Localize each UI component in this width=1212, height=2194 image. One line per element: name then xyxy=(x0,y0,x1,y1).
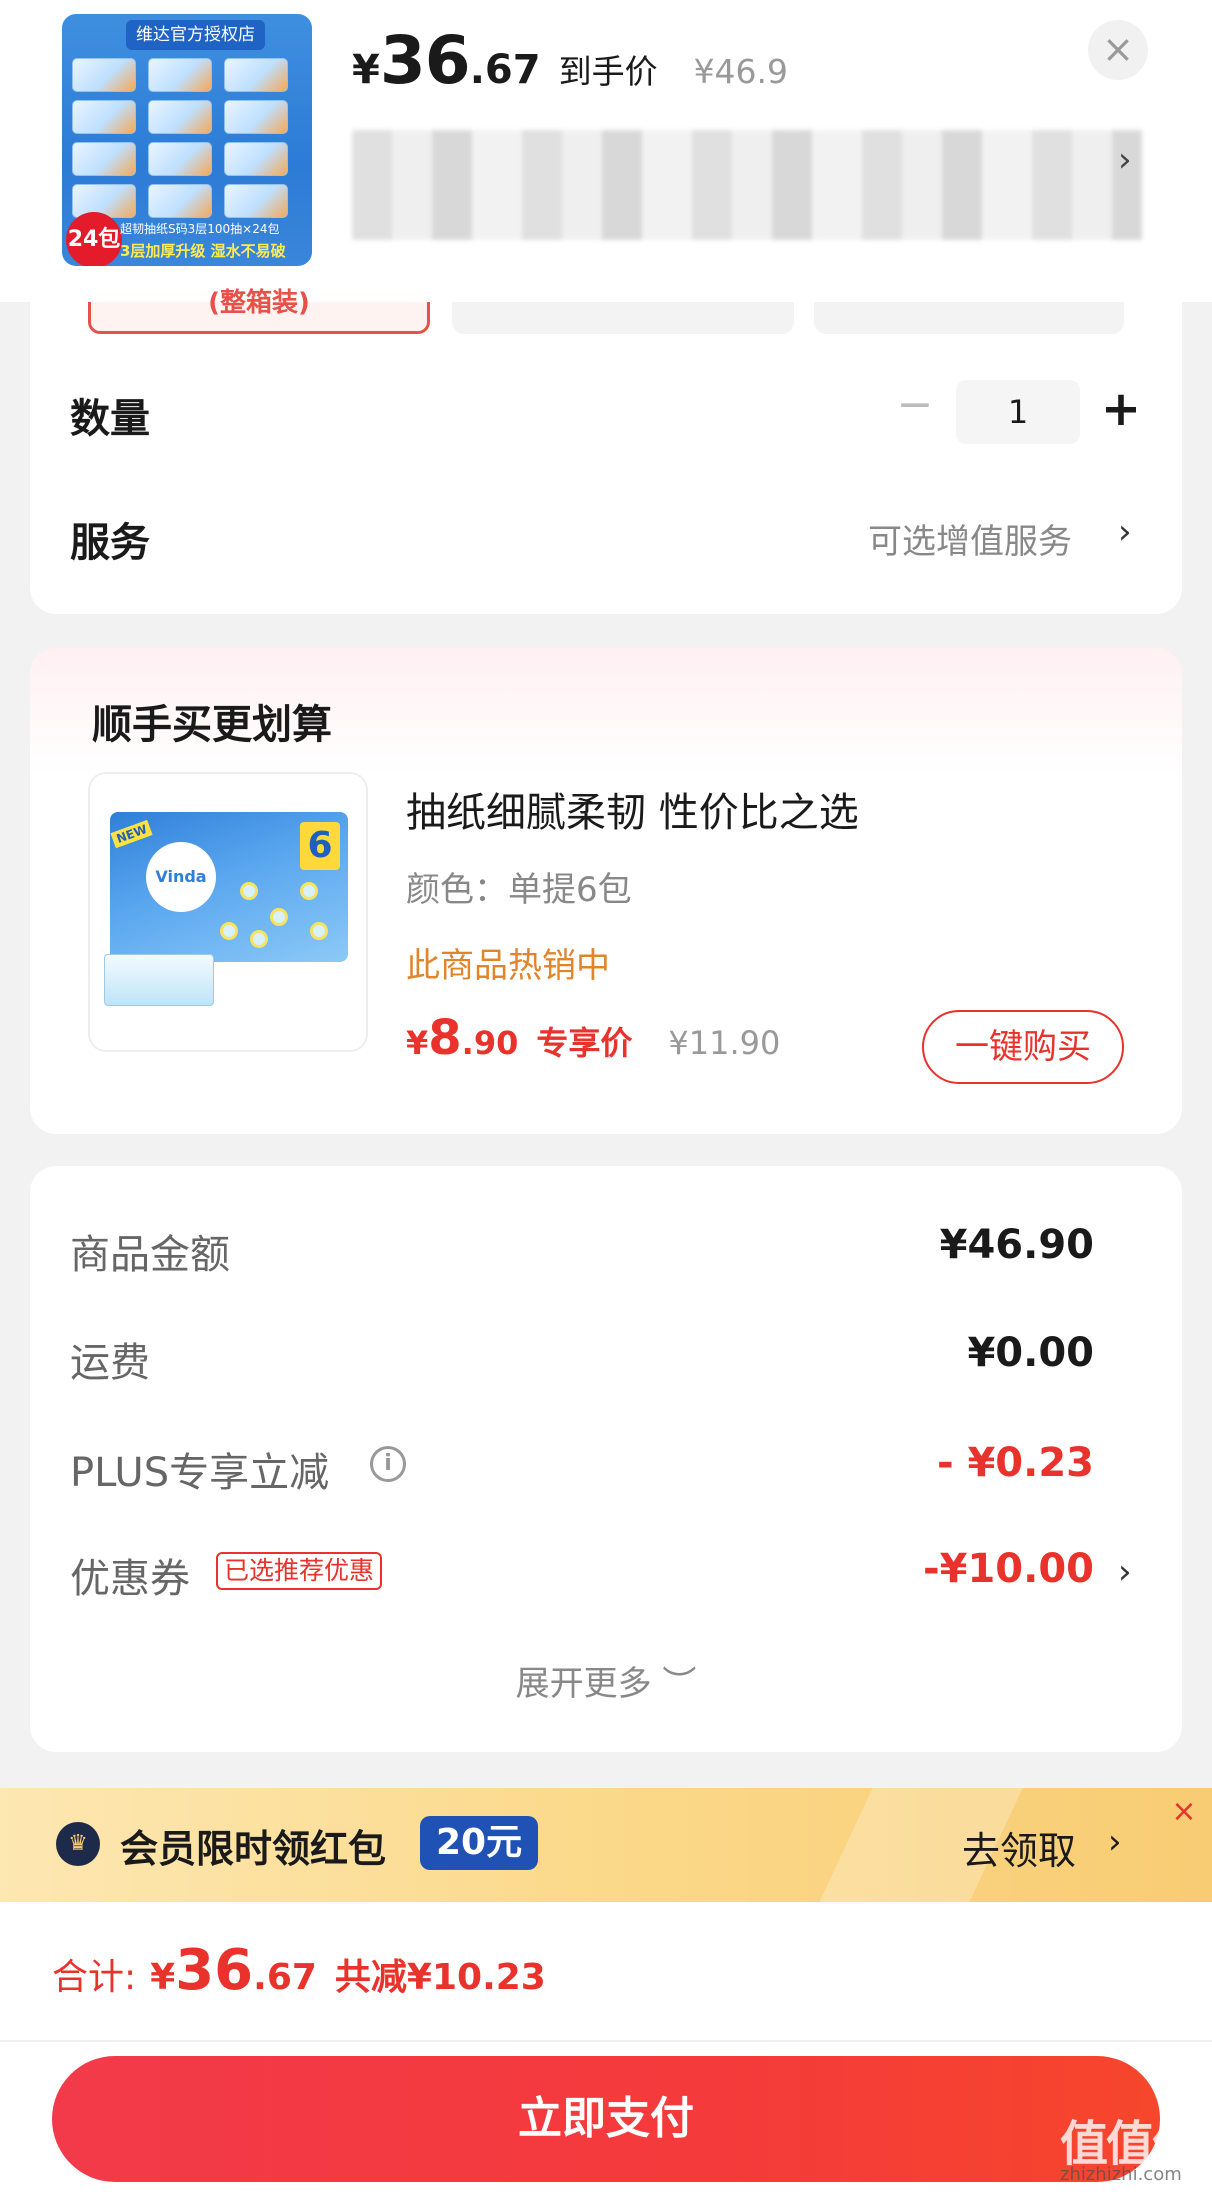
watermark-url: zhizhizhi.com xyxy=(1060,2164,1182,2185)
thumb-caption: 超韧抽纸S码3层100抽×24包 xyxy=(120,222,280,236)
subtotal-value: ¥46.90 xyxy=(939,1222,1094,1268)
spec-option[interactable] xyxy=(452,302,794,334)
tissue-box-graphic xyxy=(104,954,214,1006)
one-click-buy-button[interactable]: 一键购买 xyxy=(922,1010,1124,1084)
coupon-label: 优惠券 xyxy=(70,1556,190,1602)
pack-count-tag: 6 xyxy=(300,822,340,870)
price-currency: ¥ xyxy=(352,47,380,93)
member-banner-text: 会员限时领红包 xyxy=(120,1827,387,1871)
spec-option-label: (整箱装) xyxy=(208,288,310,318)
addon-title: 顺手买更划算 xyxy=(92,702,332,748)
chevron-right-icon[interactable]: › xyxy=(1118,512,1132,552)
addon-original-price: ¥11.90 xyxy=(668,1024,781,1062)
shipping-value: ¥0.00 xyxy=(967,1330,1094,1376)
total-decimal: .67 xyxy=(253,1957,317,1998)
addon-price: ¥ 8 .90 专享价 ¥11.90 xyxy=(406,1010,780,1066)
shipping-label: 运费 xyxy=(70,1340,150,1386)
thumb-shop-label: 维达官方授权店 xyxy=(126,20,265,50)
addon-product-name[interactable]: 抽纸细腻柔韧 性价比之选 xyxy=(406,780,859,838)
addon-price-currency: ¥ xyxy=(406,1024,429,1062)
coupon-selected-tag: 已选推荐优惠 xyxy=(216,1552,383,1590)
addon-price-integer: 8 xyxy=(428,1010,462,1066)
spec-option[interactable] xyxy=(814,302,1124,334)
quantity-increase-button[interactable]: + xyxy=(1094,380,1148,440)
price-label: 到手价 xyxy=(558,52,658,91)
service-label: 服务 xyxy=(70,520,150,566)
expand-more-button[interactable]: 展开更多 ︶ xyxy=(0,1656,1212,1705)
final-price: ¥ 36 .67 到手价 ¥46.9 xyxy=(352,22,789,99)
vinda-logo: Vinda xyxy=(146,842,216,912)
options-card xyxy=(30,302,1182,614)
info-icon[interactable]: i xyxy=(370,1446,406,1482)
chevron-right-icon[interactable]: › xyxy=(1108,1822,1122,1862)
pay-now-button[interactable]: 立即支付 xyxy=(52,2056,1160,2182)
addon-hot-label: 此商品热销中 xyxy=(406,946,610,986)
coupon-value[interactable]: -¥10.00 xyxy=(774,1546,1094,1592)
total-amount: 合计: ¥ 36 .67 共减¥10.23 xyxy=(52,1938,546,2003)
thumb-caption-highlight: 3层加厚升级 湿水不易破 xyxy=(120,242,286,260)
addon-product-spec: 颜色：单提6包 xyxy=(406,870,632,910)
thumb-count-badge: 24包 xyxy=(66,212,122,266)
divider xyxy=(0,2040,1212,2042)
quantity-decrease-button[interactable]: − xyxy=(890,382,940,432)
quantity-label: 数量 xyxy=(70,396,150,442)
product-thumbnail: 维达官方授权店 24包 超韧抽纸S码3层100抽×24包 3层加厚升级 湿水不易… xyxy=(62,14,312,266)
member-amount-badge: 20元 xyxy=(420,1816,539,1870)
address-row-blurred[interactable] xyxy=(352,130,1142,240)
spec-option-selected[interactable]: (整箱装) xyxy=(88,290,430,334)
thumb-pack-grid xyxy=(72,58,302,222)
total-currency: ¥ xyxy=(150,1957,176,1998)
total-savings: 共减¥10.23 xyxy=(334,1957,546,1998)
addon-product-image[interactable]: Vinda 6 NEW xyxy=(88,772,368,1052)
original-price: ¥46.9 xyxy=(693,52,789,91)
price-decimal: .67 xyxy=(469,47,541,93)
plus-discount-label: PLUS专享立减 xyxy=(70,1450,330,1496)
total-label: 合计: xyxy=(52,1957,137,1998)
close-button[interactable]: × xyxy=(1088,20,1148,80)
plus-discount-value: - ¥0.23 xyxy=(936,1440,1094,1486)
crown-icon: ♛ xyxy=(56,1822,100,1866)
addon-price-label: 专享价 xyxy=(536,1024,633,1062)
subtotal-label: 商品金额 xyxy=(70,1232,230,1278)
chevron-right-icon[interactable]: › xyxy=(1118,1552,1132,1592)
quantity-input[interactable]: 1 xyxy=(956,380,1080,444)
chevron-right-icon[interactable]: › xyxy=(1118,140,1132,180)
total-integer: 36 xyxy=(175,1938,254,2003)
banner-close-icon[interactable]: × xyxy=(1164,1792,1204,1832)
price-integer: 36 xyxy=(379,22,471,99)
service-selector[interactable]: 可选增值服务 xyxy=(868,514,1072,563)
claim-button[interactable]: 去领取 xyxy=(962,1820,1076,1875)
addon-price-decimal: .90 xyxy=(461,1024,519,1062)
close-icon: × xyxy=(1102,27,1134,71)
